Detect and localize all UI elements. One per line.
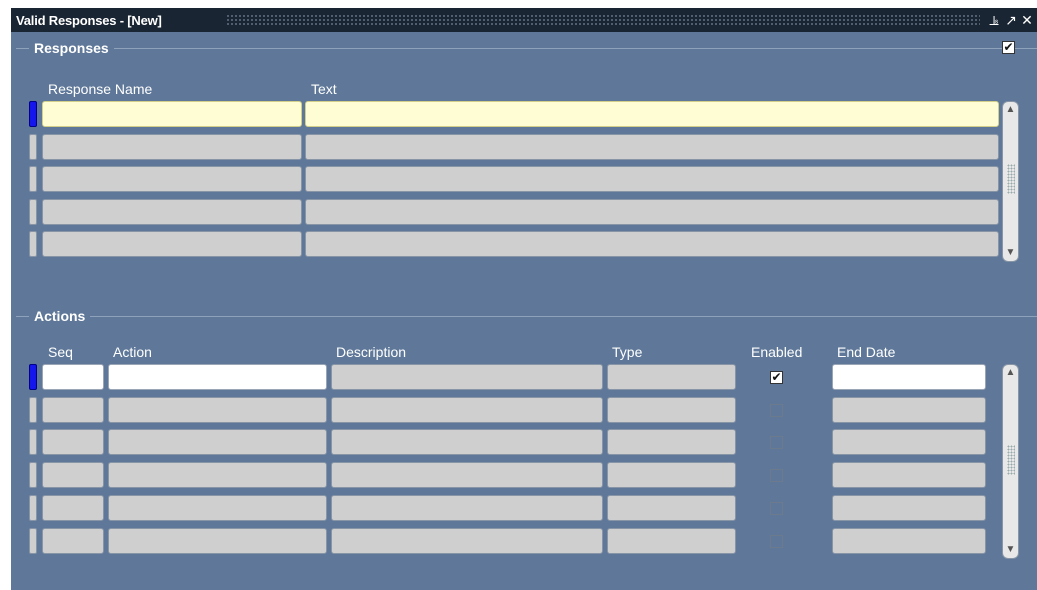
action-field[interactable] bbox=[108, 494, 327, 521]
scroll-thumb-grip[interactable] bbox=[1007, 164, 1015, 194]
responses-header-checkbox[interactable]: ✔ bbox=[1002, 41, 1015, 54]
seq-field[interactable] bbox=[42, 429, 104, 456]
action-field[interactable] bbox=[108, 462, 327, 489]
scroll-thumb-grip[interactable] bbox=[1007, 445, 1015, 475]
response-text-field[interactable] bbox=[305, 198, 999, 225]
column-header-type: Type bbox=[612, 344, 643, 360]
enabled-checkbox[interactable] bbox=[770, 469, 783, 483]
description-field[interactable] bbox=[331, 364, 603, 390]
column-header-response-name: Response Name bbox=[48, 81, 153, 97]
response-name-field[interactable] bbox=[42, 198, 302, 225]
record-indicator[interactable] bbox=[29, 462, 37, 489]
column-header-seq: Seq bbox=[48, 344, 73, 360]
record-indicator[interactable] bbox=[29, 101, 37, 127]
response-text-field[interactable] bbox=[305, 231, 999, 257]
description-field[interactable] bbox=[331, 429, 603, 456]
action-field[interactable] bbox=[108, 396, 327, 423]
minimize-icon[interactable]: ⫡ bbox=[986, 8, 1002, 32]
enabled-checkbox[interactable]: ✔ bbox=[770, 371, 783, 384]
end-date-field[interactable] bbox=[832, 462, 986, 489]
description-field[interactable] bbox=[331, 527, 603, 554]
enabled-checkbox[interactable] bbox=[770, 436, 783, 450]
response-text-field[interactable] bbox=[305, 133, 999, 160]
enabled-checkbox[interactable] bbox=[770, 403, 783, 417]
action-field[interactable] bbox=[108, 364, 327, 390]
actions-section-title: Actions bbox=[29, 308, 91, 324]
scroll-down-icon[interactable]: ▼ bbox=[1003, 542, 1018, 558]
responses-scrollbar[interactable]: ▲ ▼ bbox=[1002, 101, 1019, 262]
type-field[interactable] bbox=[607, 429, 736, 456]
column-header-end-date: End Date bbox=[837, 344, 896, 360]
seq-field[interactable] bbox=[42, 494, 104, 521]
close-icon[interactable]: ✕ bbox=[1019, 8, 1035, 32]
seq-field[interactable] bbox=[42, 527, 104, 554]
record-indicator[interactable] bbox=[29, 396, 37, 423]
titlebar-drag-grip[interactable] bbox=[226, 14, 980, 26]
description-field[interactable] bbox=[331, 494, 603, 521]
window-title: Valid Responses - [New] bbox=[16, 13, 162, 28]
scroll-down-icon[interactable]: ▼ bbox=[1003, 245, 1018, 261]
record-indicator[interactable] bbox=[29, 527, 37, 554]
response-name-field[interactable] bbox=[42, 231, 302, 257]
description-field[interactable] bbox=[331, 462, 603, 489]
record-indicator[interactable] bbox=[29, 429, 37, 456]
actions-section-rule bbox=[16, 316, 1037, 317]
type-field[interactable] bbox=[607, 396, 736, 423]
description-field[interactable] bbox=[331, 396, 603, 423]
action-field[interactable] bbox=[108, 429, 327, 456]
record-indicator[interactable] bbox=[29, 231, 37, 257]
scroll-up-icon[interactable]: ▲ bbox=[1003, 365, 1018, 381]
end-date-field[interactable] bbox=[832, 396, 986, 423]
type-field[interactable] bbox=[607, 462, 736, 489]
record-indicator[interactable] bbox=[29, 494, 37, 521]
record-indicator[interactable] bbox=[29, 364, 37, 390]
column-header-text: Text bbox=[311, 81, 337, 97]
column-header-enabled: Enabled bbox=[751, 344, 803, 360]
type-field[interactable] bbox=[607, 364, 736, 390]
record-indicator[interactable] bbox=[29, 133, 37, 160]
end-date-field[interactable] bbox=[832, 494, 986, 521]
column-header-description: Description bbox=[336, 344, 407, 360]
response-name-field[interactable] bbox=[42, 133, 302, 160]
type-field[interactable] bbox=[607, 527, 736, 554]
response-text-field[interactable] bbox=[305, 101, 999, 127]
action-field[interactable] bbox=[108, 527, 327, 554]
responses-section-title: Responses bbox=[29, 40, 114, 56]
response-name-field[interactable] bbox=[42, 166, 302, 192]
column-header-action: Action bbox=[113, 344, 152, 360]
record-indicator[interactable] bbox=[29, 198, 37, 225]
maximize-icon[interactable]: ↗ bbox=[1003, 8, 1019, 32]
end-date-field[interactable] bbox=[832, 527, 986, 554]
actions-scrollbar[interactable]: ▲ ▼ bbox=[1002, 364, 1019, 559]
record-indicator[interactable] bbox=[29, 166, 37, 192]
window-titlebar[interactable]: Valid Responses - [New] ⫡ ↗ ✕ bbox=[11, 8, 1037, 32]
response-text-field[interactable] bbox=[305, 166, 999, 192]
type-field[interactable] bbox=[607, 494, 736, 521]
end-date-field[interactable] bbox=[832, 364, 986, 390]
end-date-field[interactable] bbox=[832, 429, 986, 456]
response-name-field[interactable] bbox=[42, 101, 302, 127]
scroll-up-icon[interactable]: ▲ bbox=[1003, 102, 1018, 118]
seq-field[interactable] bbox=[42, 364, 104, 390]
enabled-checkbox[interactable] bbox=[770, 501, 783, 515]
enabled-checkbox[interactable] bbox=[770, 534, 783, 548]
responses-section-rule bbox=[16, 48, 1037, 49]
seq-field[interactable] bbox=[42, 396, 104, 423]
seq-field[interactable] bbox=[42, 462, 104, 489]
